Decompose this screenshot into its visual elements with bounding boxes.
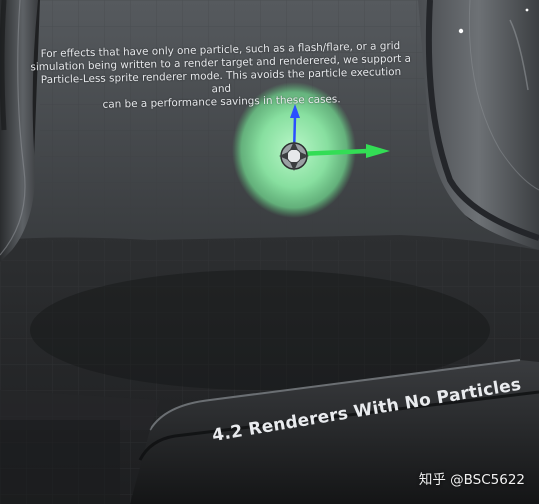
effect-description-text: For effects that have only one particle,… xyxy=(30,39,412,111)
author-watermark: 知乎 @BSC5622 xyxy=(418,472,525,488)
game-viewport[interactable]: For effects that have only one particle,… xyxy=(0,0,539,504)
